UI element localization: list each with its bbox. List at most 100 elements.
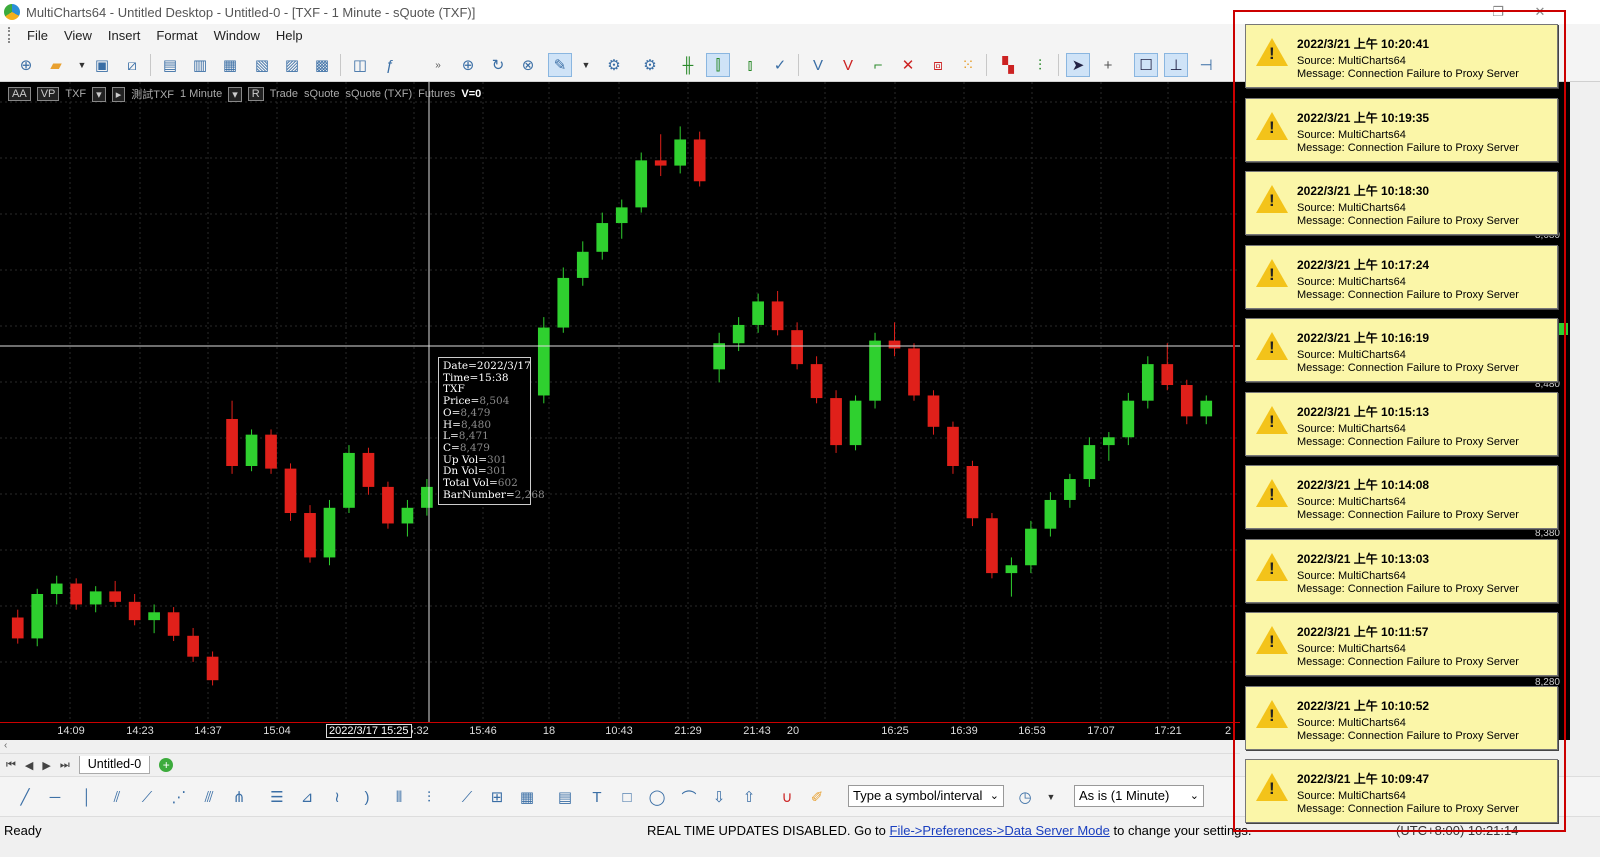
gann-fan-icon[interactable]: ⋰ <box>168 786 190 808</box>
ticks-icon[interactable]: ⫶ <box>1028 53 1052 77</box>
candle[interactable] <box>966 460 979 527</box>
candle[interactable] <box>265 429 277 474</box>
candle[interactable] <box>1200 395 1213 425</box>
candle[interactable] <box>615 199 628 239</box>
fibonacci-arcs-icon[interactable]: ) <box>356 786 378 808</box>
candle[interactable] <box>947 421 959 474</box>
report-icon[interactable]: ▩ <box>310 53 334 77</box>
menu-file[interactable]: File <box>19 28 56 43</box>
hollow-candle-icon[interactable]: ⫾ <box>738 53 762 77</box>
color-bars-icon[interactable]: ▚ <box>996 53 1020 77</box>
add-tab-icon[interactable]: + <box>159 758 174 772</box>
close-window-icon[interactable]: ⧄ <box>120 53 144 77</box>
notification-card[interactable]: ! 2022/3/21 上午 10:14:08 Source: MultiChart… <box>1245 465 1558 529</box>
ohlc-up-icon[interactable]: V <box>806 53 830 77</box>
chevron-down-icon[interactable]: ⌄ <box>1190 789 1199 802</box>
ray-icon[interactable]: ⟋ <box>136 786 158 808</box>
first-tab-icon[interactable]: ⏮ <box>6 759 16 772</box>
kagi-icon[interactable]: ⌐ <box>866 53 890 77</box>
candle[interactable] <box>596 212 609 260</box>
notification-card[interactable]: ! 2022/3/21 上午 10:19:35 Source: MultiChart… <box>1245 97 1558 162</box>
point-figure-icon[interactable]: ✕ <box>896 53 920 77</box>
candle[interactable] <box>537 317 550 404</box>
candle[interactable] <box>1064 473 1076 508</box>
save-icon[interactable]: ▣ <box>90 53 114 77</box>
candle[interactable] <box>226 400 238 474</box>
portfolio-icon[interactable]: ▨ <box>280 53 304 77</box>
elliott-wave-icon[interactable]: ≀ <box>326 786 348 808</box>
notification-card[interactable]: ! 2022/3/21 上午 10:20:41 Source: MultiChart… <box>1245 24 1558 88</box>
candle[interactable] <box>674 126 687 174</box>
calculator-icon[interactable]: ▤ <box>554 786 576 808</box>
next-tab-icon[interactable]: ▶ <box>42 759 50 772</box>
volume-profile-button[interactable]: VP <box>36 87 60 101</box>
font-size-button[interactable]: AA <box>8 87 31 101</box>
cursor-arrow-icon[interactable]: ➤ <box>1066 53 1090 77</box>
tab-untitled-0[interactable]: Untitled-0 <box>78 756 151 774</box>
candle[interactable] <box>343 445 355 514</box>
candle[interactable] <box>752 293 764 333</box>
symbol-interval-input[interactable]: Type a symbol/interval ⌄ <box>848 785 1004 807</box>
quote-manager-icon[interactable]: ◫ <box>348 53 372 77</box>
cycle-lines-icon[interactable]: ⫶ <box>418 786 440 808</box>
zoom-icon[interactable]: ⊣ <box>1194 53 1218 77</box>
open-folder-icon[interactable]: ▰ <box>44 53 68 77</box>
arrow-down-icon[interactable]: ⇩ <box>708 786 730 808</box>
candle[interactable] <box>1180 379 1193 425</box>
notification-card[interactable]: ! 2022/3/21 上午 10:16:19 Source: MultiChart… <box>1245 318 1558 382</box>
vertical-line-icon[interactable]: │ <box>76 786 98 808</box>
text-frame-icon[interactable]: ▦ <box>516 786 538 808</box>
candle[interactable] <box>927 390 940 435</box>
candle[interactable] <box>401 499 414 537</box>
candle[interactable] <box>869 332 881 409</box>
candle[interactable] <box>187 627 199 662</box>
candle[interactable] <box>167 607 180 642</box>
horizontal-line-icon[interactable]: ─ <box>44 786 66 808</box>
renko-icon[interactable]: ⧈ <box>926 53 950 77</box>
candle[interactable] <box>362 447 375 495</box>
candlestick-chart-svg[interactable] <box>0 82 1240 722</box>
regression-channel-icon[interactable]: ⟋ <box>456 786 478 808</box>
candle[interactable] <box>109 580 122 608</box>
brush-icon[interactable]: ✐ <box>806 786 828 808</box>
menu-window[interactable]: Window <box>206 28 268 43</box>
data-tip-icon[interactable]: ☐ <box>1134 53 1158 77</box>
candle[interactable] <box>888 322 901 357</box>
candle[interactable] <box>771 290 784 336</box>
candle[interactable] <box>206 651 219 686</box>
price-chart[interactable]: AA VP TXF ▾ ▸ 測試TXF 1 Minute ▾ R Trade s… <box>0 82 1240 740</box>
resolution-select[interactable]: As is (1 Minute) ⌄ <box>1074 785 1204 807</box>
magnet-icon[interactable]: ∪ <box>776 786 798 808</box>
chart-window-icon[interactable]: ▤ <box>158 53 182 77</box>
notification-card[interactable]: ! 2022/3/21 上午 10:17:24 Source: MultiChart… <box>1245 244 1558 309</box>
menu-grip-handle[interactable] <box>8 27 11 43</box>
drawing-tool-icon[interactable]: ✎ <box>548 53 572 77</box>
menu-view[interactable]: View <box>56 28 100 43</box>
candle[interactable] <box>830 390 842 453</box>
magnet-mode-icon[interactable]: ⊥ <box>1164 53 1188 77</box>
channel-icon[interactable]: ⫽ <box>106 786 128 808</box>
candle[interactable] <box>323 499 336 566</box>
prev-tab-icon[interactable]: ◀ <box>25 759 33 772</box>
notification-card[interactable]: ! 2022/3/21 上午 10:10:52 Source: MultiChart… <box>1245 685 1558 750</box>
candle[interactable] <box>1102 432 1115 461</box>
clock-icon[interactable]: ◷ <box>1014 786 1036 808</box>
ohlc-down-icon[interactable]: V <box>836 53 860 77</box>
notification-card[interactable]: ! 2022/3/21 上午 10:13:03 Source: MultiChart… <box>1245 538 1558 603</box>
candle[interactable] <box>148 604 160 634</box>
candle[interactable] <box>713 332 726 383</box>
andrews-pitchfork-icon[interactable]: ⋔ <box>228 786 250 808</box>
toolbar-overflow-icon[interactable]: » <box>426 53 450 77</box>
insert-study-icon[interactable]: ⊗ <box>516 53 540 77</box>
candle[interactable] <box>70 578 83 610</box>
chevron-down-icon[interactable]: ⌄ <box>990 789 999 802</box>
volume-profile-icon[interactable]: ⁙ <box>956 53 980 77</box>
menu-help[interactable]: Help <box>268 28 311 43</box>
notification-card[interactable]: ! 2022/3/21 上午 10:18:30 Source: MultiChart… <box>1245 171 1558 235</box>
candle[interactable] <box>557 267 570 333</box>
candle[interactable] <box>986 513 998 579</box>
crosshair-icon[interactable]: + <box>1096 53 1120 77</box>
candle[interactable] <box>50 575 63 605</box>
drawing-dropdown-icon[interactable]: ▼ <box>574 53 598 77</box>
rectangle-icon[interactable]: □ <box>616 786 638 808</box>
